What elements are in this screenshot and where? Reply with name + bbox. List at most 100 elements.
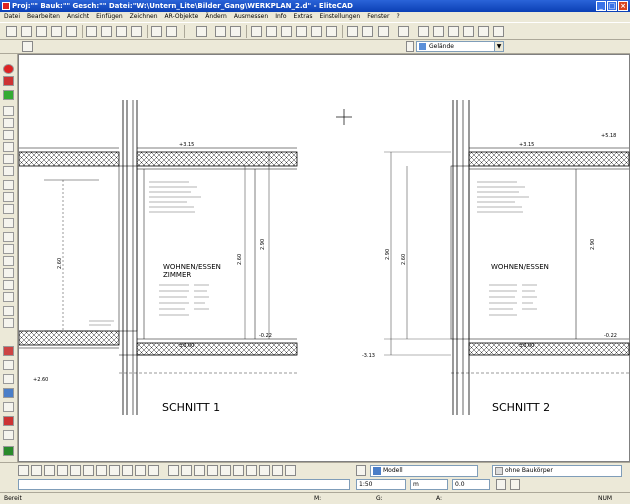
delete-icon[interactable] (131, 26, 142, 37)
measure-icon[interactable] (135, 465, 146, 476)
snap-center-icon[interactable] (194, 465, 205, 476)
cursor-mode-icon[interactable] (22, 41, 33, 52)
space-icon[interactable] (3, 430, 14, 440)
menu-item-einfuegen[interactable]: Einfügen (96, 12, 122, 22)
list-icon[interactable] (230, 26, 241, 37)
redo-icon[interactable] (166, 26, 177, 37)
render-icon[interactable] (122, 465, 133, 476)
copy-icon[interactable] (101, 26, 112, 37)
color-picker-icon[interactable] (3, 90, 14, 100)
menu-item-zeichnen[interactable]: Zeichnen (130, 12, 158, 22)
curve-icon[interactable] (3, 154, 14, 164)
beam-icon[interactable] (3, 416, 14, 426)
stair-icon[interactable] (3, 374, 14, 384)
polar-icon[interactable] (285, 465, 296, 476)
save-icon[interactable] (36, 26, 47, 37)
polyline-icon[interactable] (3, 166, 14, 176)
zoom-all-icon[interactable] (83, 465, 94, 476)
copy-tool-icon[interactable] (3, 256, 14, 266)
plan-icon[interactable] (296, 26, 307, 37)
cut-icon[interactable] (86, 26, 97, 37)
print-preview-icon[interactable] (66, 26, 77, 37)
command-input[interactable] (18, 479, 350, 490)
snap-near-icon[interactable] (233, 465, 244, 476)
view-icon[interactable] (326, 26, 337, 37)
delete-element-icon[interactable] (3, 76, 14, 86)
select-pointer-icon[interactable] (196, 26, 207, 37)
new-file-icon[interactable] (6, 26, 17, 37)
hatch-tool-icon[interactable] (3, 204, 14, 214)
menu-item-ar-objekte[interactable]: AR-Objekte (165, 12, 199, 22)
menu-item-ansicht[interactable]: Ansicht (67, 12, 89, 22)
model-icon[interactable] (281, 26, 292, 37)
view-toggle-icon[interactable] (18, 465, 29, 476)
stop-icon[interactable] (3, 64, 14, 74)
snap-perp-icon[interactable] (220, 465, 231, 476)
dimension-icon[interactable] (478, 26, 489, 37)
extend-icon[interactable] (3, 292, 14, 302)
print-area-icon[interactable] (148, 465, 159, 476)
rotate-icon[interactable] (3, 232, 14, 242)
model-select[interactable]: Modell (370, 465, 478, 477)
view-3d-icon[interactable] (109, 465, 120, 476)
roof-icon[interactable] (3, 346, 14, 356)
paste-icon[interactable] (116, 26, 127, 37)
menu-item-datei[interactable]: Datei (4, 12, 20, 22)
unit-select[interactable]: m (410, 479, 448, 490)
undo-icon[interactable] (151, 26, 162, 37)
snap-end-icon[interactable] (168, 465, 179, 476)
grid-snap-icon[interactable] (259, 465, 270, 476)
circle-icon[interactable] (3, 130, 14, 140)
table-icon[interactable] (493, 26, 504, 37)
menu-item-aendern[interactable]: Ändern (205, 12, 227, 22)
move-icon[interactable] (3, 268, 14, 278)
terrain-icon[interactable] (3, 446, 14, 456)
lock-icon[interactable] (496, 479, 506, 490)
pen-icon[interactable] (347, 26, 358, 37)
angle-input[interactable]: 0.0 (452, 479, 490, 490)
line-icon[interactable] (3, 142, 14, 152)
ortho-icon[interactable] (448, 26, 459, 37)
snap-point-icon[interactable] (3, 118, 14, 128)
column-icon[interactable] (3, 402, 14, 412)
zoom-in-icon[interactable] (31, 465, 42, 476)
snap-off-icon[interactable] (246, 465, 257, 476)
drawing-canvas[interactable]: WOHNEN/ESSEN ZIMMER SCHNITT 1 +3.15 ±0.0… (18, 54, 630, 462)
window-tool-icon[interactable] (3, 388, 14, 398)
slab-icon[interactable] (3, 360, 14, 370)
zoom-out-icon[interactable] (44, 465, 55, 476)
dotted-line-icon[interactable] (3, 106, 14, 116)
minimize-button[interactable]: _ (596, 1, 606, 11)
menu-item-ausmessen[interactable]: Ausmessen (234, 12, 268, 22)
wall-icon[interactable] (3, 306, 14, 316)
snap-mid-icon[interactable] (181, 465, 192, 476)
window-icon[interactable] (215, 26, 226, 37)
body-select[interactable]: ohne Baukörper (492, 465, 622, 477)
menu-item-einstellungen[interactable]: Einstellungen (320, 12, 361, 22)
ortho-mode-icon[interactable] (272, 465, 283, 476)
redraw-icon[interactable] (96, 465, 107, 476)
zoom-window-icon[interactable] (57, 465, 68, 476)
trim-icon[interactable] (3, 280, 14, 290)
grid-icon[interactable] (418, 26, 429, 37)
arc-icon[interactable] (3, 218, 14, 228)
layer-select[interactable]: Gelände ▼ (416, 41, 504, 52)
menu-item-fenster[interactable]: Fenster (367, 12, 389, 22)
snap-icon[interactable] (433, 26, 444, 37)
menu-item-info[interactable]: Info (275, 12, 286, 22)
color-icon[interactable] (362, 26, 373, 37)
section-icon[interactable] (311, 26, 322, 37)
dimension-tool-icon[interactable] (3, 192, 14, 202)
hatch-icon[interactable] (398, 26, 409, 37)
text-icon[interactable] (463, 26, 474, 37)
mirror-icon[interactable] (3, 244, 14, 254)
close-button[interactable]: × (618, 1, 628, 11)
layers-icon[interactable] (251, 26, 262, 37)
settings-icon[interactable] (510, 479, 520, 490)
text-tool-icon[interactable] (3, 180, 14, 190)
open-file-icon[interactable] (21, 26, 32, 37)
snap-intersect-icon[interactable] (207, 465, 218, 476)
group-icon[interactable] (266, 26, 277, 37)
maximize-button[interactable]: □ (607, 1, 617, 11)
door-icon[interactable] (3, 318, 14, 328)
